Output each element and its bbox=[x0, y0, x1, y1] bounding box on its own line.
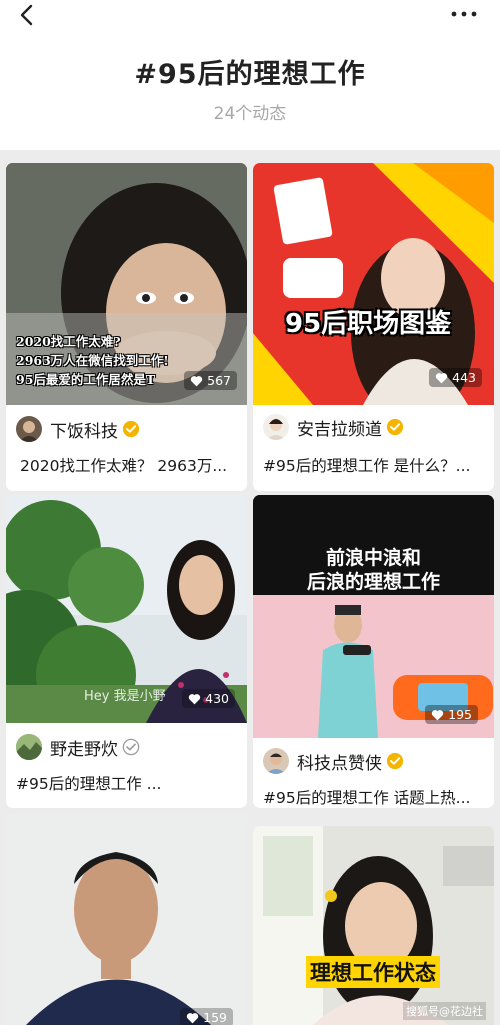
video-thumbnail[interactable]: 159 bbox=[6, 814, 247, 1025]
watermark: 搜狐号@花边社 bbox=[403, 1002, 486, 1020]
thumbnail-image bbox=[6, 814, 247, 1025]
author-name: 安吉拉频道 bbox=[297, 419, 382, 440]
video-thumbnail[interactable]: 前浪中浪和 后浪的理想工作 195 bbox=[253, 495, 494, 738]
back-button[interactable] bbox=[14, 2, 42, 30]
post-card[interactable]: 159 bbox=[6, 814, 247, 1025]
thumbnail-title-line: 前浪中浪和 bbox=[325, 547, 421, 569]
like-count-value: 430 bbox=[205, 691, 229, 706]
author-name: 科技点赞侠 bbox=[297, 753, 382, 774]
author-row[interactable]: 安吉拉频道 bbox=[263, 413, 404, 441]
more-dots-icon bbox=[451, 11, 477, 17]
author-avatar bbox=[16, 734, 42, 760]
overlay-line: 95后最爱的工作居然是T bbox=[16, 372, 156, 387]
overlay-line: 2020找工作太难? bbox=[16, 334, 121, 349]
video-thumbnail[interactable]: 95后职场图鉴 443 bbox=[253, 163, 494, 405]
overlay-line: 2963万人在微信找到工作! bbox=[16, 353, 169, 368]
like-count: 159 bbox=[180, 1008, 233, 1025]
author-name: 野走野炊 bbox=[50, 739, 118, 760]
top-bar: #95后的理想工作 24个动态 bbox=[0, 0, 500, 150]
thumbnail-banner: 理想工作状态 bbox=[306, 956, 440, 988]
more-button[interactable] bbox=[450, 4, 478, 24]
author-row[interactable]: 野走野炊 bbox=[16, 733, 140, 761]
post-card[interactable]: 理想工作状态 bbox=[253, 826, 494, 1025]
like-count: 567 bbox=[184, 371, 237, 390]
verified-badge-icon bbox=[386, 752, 404, 770]
author-row[interactable]: 下饭科技 bbox=[16, 415, 140, 443]
author-name: 下饭科技 bbox=[50, 421, 118, 442]
video-caption: Hey 我是小野 bbox=[84, 689, 166, 704]
like-count: 195 bbox=[425, 705, 478, 724]
heart-icon bbox=[431, 709, 444, 720]
like-count: 430 bbox=[182, 689, 235, 708]
like-count-value: 195 bbox=[448, 707, 472, 722]
post-description: 2020找工作太难？ 2963万... bbox=[20, 457, 228, 475]
author-row[interactable]: 科技点赞侠 bbox=[263, 747, 404, 775]
like-count-value: 567 bbox=[207, 373, 231, 388]
like-count-value: 159 bbox=[203, 1010, 227, 1025]
post-card[interactable]: 95后职场图鉴 443 安吉拉频道 #95后的理想工作 是什么？... bbox=[253, 163, 494, 491]
post-description: #95后的理想工作 是什么？... bbox=[263, 457, 471, 475]
post-description: #95后的理想工作 话题上热... bbox=[263, 789, 471, 807]
like-count-value: 443 bbox=[452, 370, 476, 385]
author-avatar bbox=[263, 748, 289, 774]
post-card[interactable]: 2020找工作太难? 2963万人在微信找到工作! 95后最爱的工作居然是T 5… bbox=[6, 163, 247, 491]
video-thumbnail[interactable]: Hey 我是小野 430 bbox=[6, 495, 247, 723]
page-title: #95后的理想工作 bbox=[134, 59, 366, 90]
heart-icon bbox=[435, 372, 448, 383]
post-card[interactable]: 前浪中浪和 后浪的理想工作 195 科技点赞侠 #95后的理想工作 话题上热..… bbox=[253, 495, 494, 808]
post-description: #95后的理想工作 ... bbox=[16, 775, 162, 793]
heart-icon bbox=[188, 693, 201, 704]
thumbnail-title-line: 后浪的理想工作 bbox=[306, 571, 440, 593]
thumbnail-banner: 95后职场图鉴 bbox=[285, 309, 452, 339]
video-thumbnail[interactable]: 理想工作状态 bbox=[253, 826, 494, 1025]
post-count: 24个动态 bbox=[213, 104, 287, 124]
verified-badge-icon bbox=[122, 738, 140, 756]
post-card[interactable]: Hey 我是小野 430 野走野炊 #95后的理想工作 ... bbox=[6, 495, 247, 808]
heart-icon bbox=[186, 1012, 199, 1023]
heart-icon bbox=[190, 375, 203, 386]
verified-badge-icon bbox=[386, 418, 404, 436]
chevron-left-icon bbox=[20, 4, 33, 26]
author-avatar bbox=[263, 414, 289, 440]
video-thumbnail[interactable]: 2020找工作太难? 2963万人在微信找到工作! 95后最爱的工作居然是T 5… bbox=[6, 163, 247, 405]
verified-badge-icon bbox=[122, 420, 140, 438]
author-avatar bbox=[16, 416, 42, 442]
like-count: 443 bbox=[429, 368, 482, 387]
thumbnail-image bbox=[253, 826, 494, 1025]
thumbnail-image bbox=[253, 495, 494, 738]
